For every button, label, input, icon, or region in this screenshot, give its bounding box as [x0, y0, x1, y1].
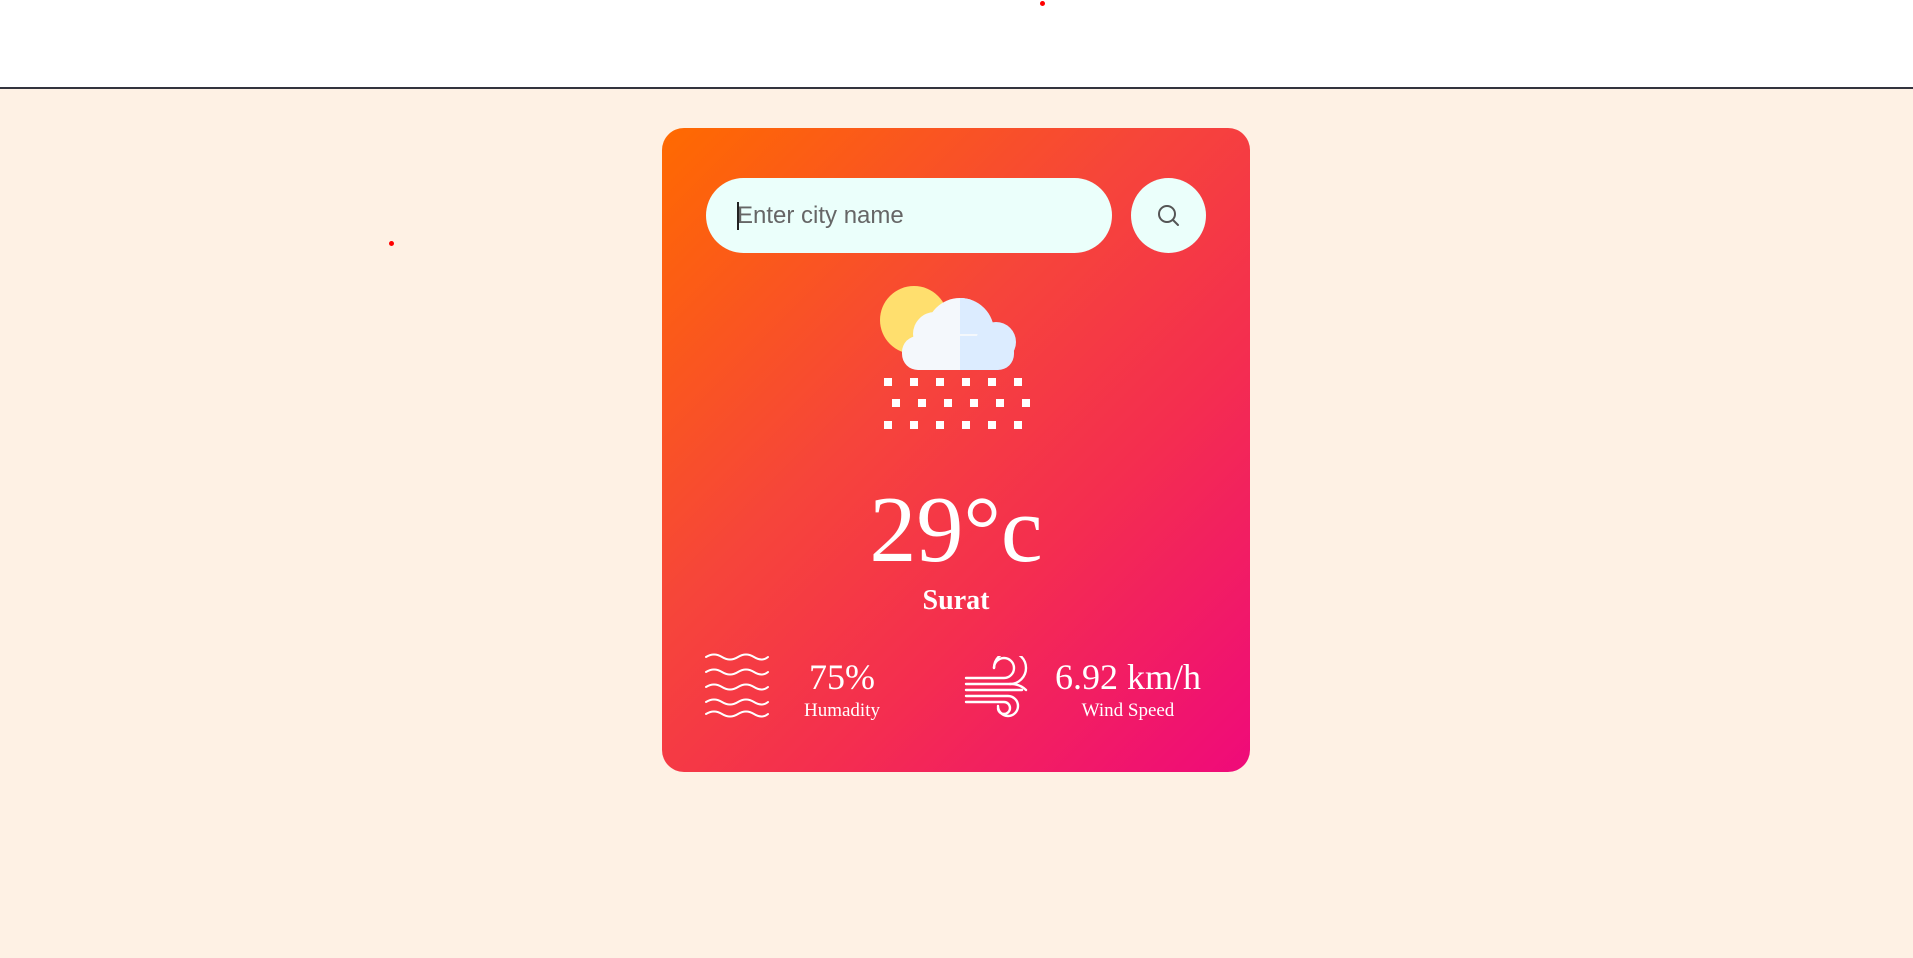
wind-icon	[964, 656, 1028, 718]
humidity-label: Humadity	[804, 700, 880, 721]
search-button[interactable]	[1131, 178, 1206, 253]
wind-speed-value: 6.92 km/h	[1054, 657, 1201, 697]
waves-icon	[705, 653, 769, 718]
humidity-value: 75%	[809, 657, 875, 697]
city-name: Surat	[922, 585, 990, 616]
wind-speed-label: Wind Speed	[1081, 700, 1175, 721]
temperature-value: 29°c	[869, 478, 1043, 582]
top-header-bar	[0, 0, 1913, 89]
city-search-input[interactable]	[706, 178, 1112, 253]
red-dot-marker	[1040, 1, 1045, 6]
red-dot-marker	[389, 241, 394, 246]
search-icon	[1157, 204, 1179, 226]
weather-card: 29°c Surat 75% Humadity 6.92 km/h Wind S…	[662, 128, 1250, 772]
text-cursor	[737, 202, 739, 230]
sun-cloud-snow-icon	[880, 286, 1030, 429]
